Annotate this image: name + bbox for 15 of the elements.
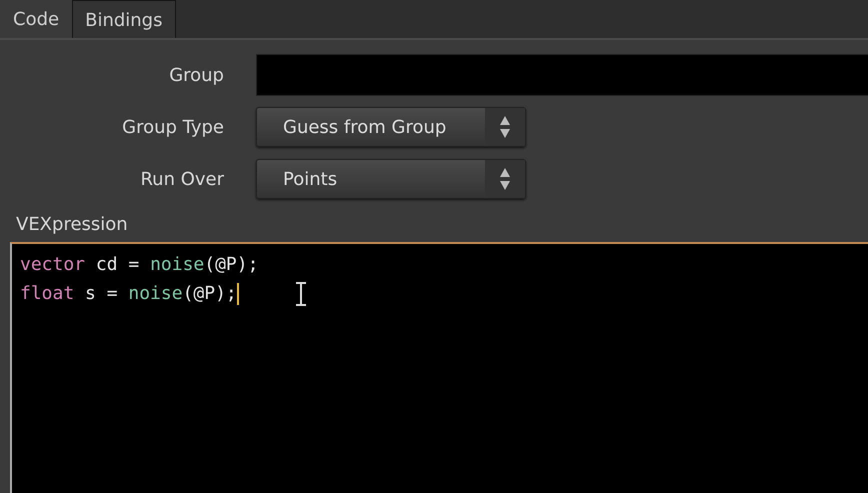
code-line: float s = noise(@P); <box>20 283 237 304</box>
group-field[interactable] <box>256 54 868 96</box>
code-editor[interactable]: vector cd = noise(@P); float s = noise(@P); <box>10 242 868 493</box>
dropdown-menu-button[interactable]: Points <box>256 159 526 199</box>
text-cursor-icon <box>294 282 307 306</box>
field-label: Run Over <box>139 168 225 192</box>
spinner-arrows-icon <box>499 115 511 139</box>
tab[interactable]: Code <box>0 0 72 38</box>
editor-label: VEXpression <box>15 213 129 237</box>
field-label: Group Type <box>121 116 225 140</box>
tab[interactable]: Bindings <box>72 0 176 38</box>
code-line: vector cd = noise(@P); <box>20 254 258 275</box>
spinner-arrows-icon <box>499 167 511 191</box>
dropdown-menu-button[interactable]: Guess from Group <box>256 107 526 147</box>
field-label: Group <box>168 64 225 88</box>
